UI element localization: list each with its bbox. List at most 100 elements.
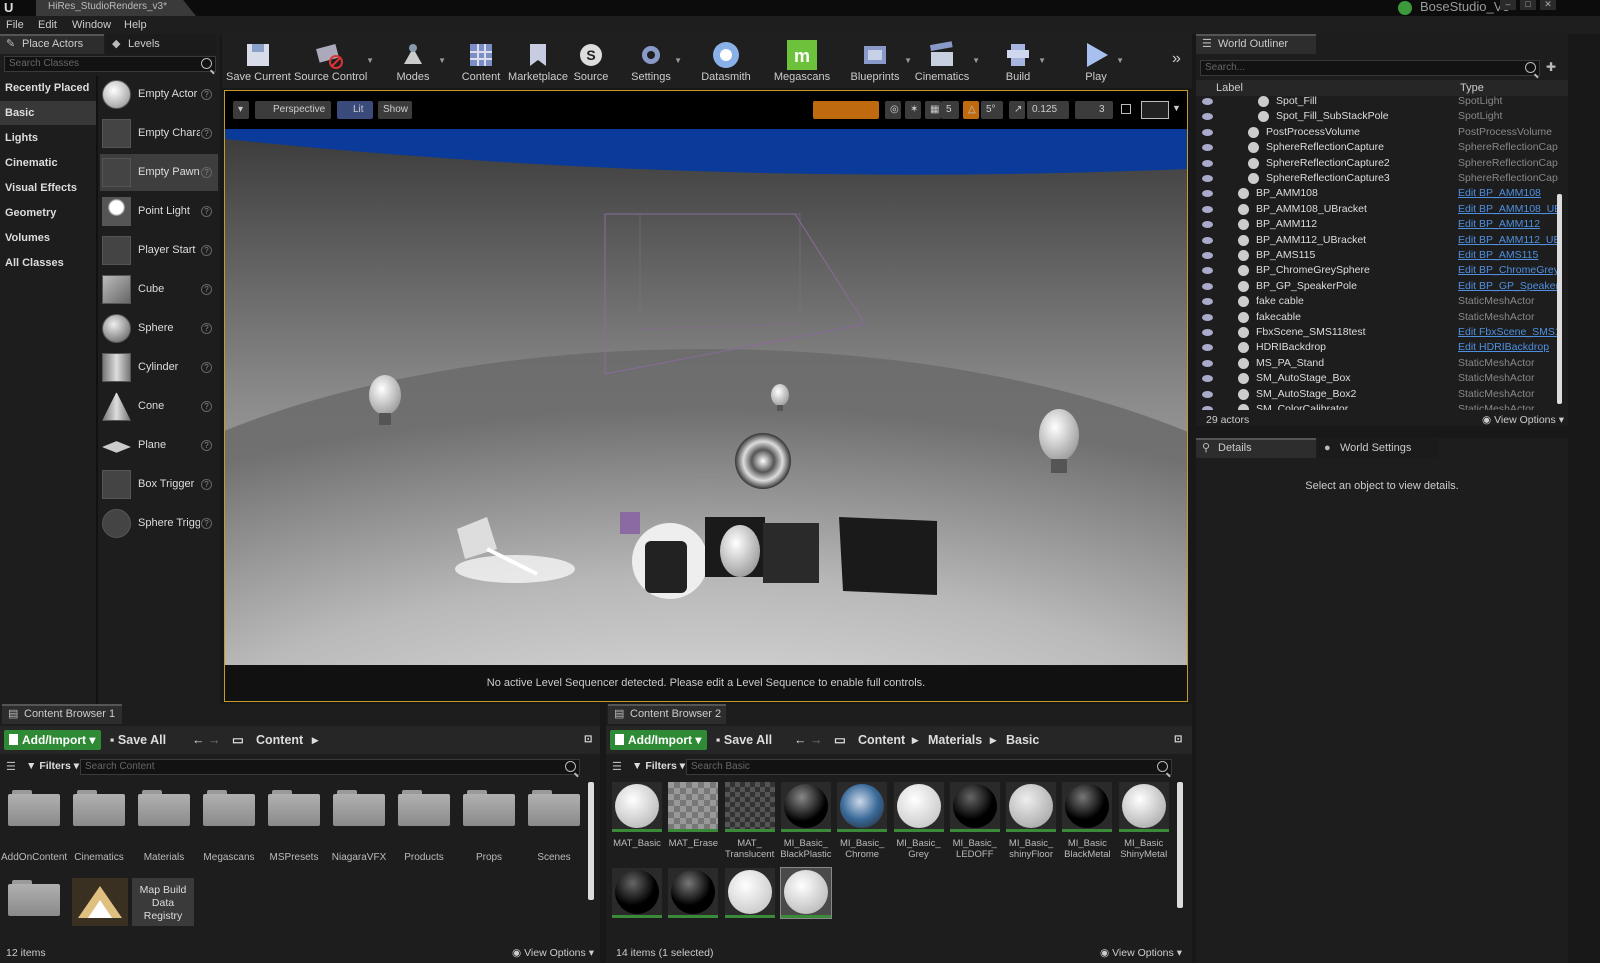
sources-toggle-icon[interactable]: ☰ bbox=[6, 760, 16, 773]
visibility-eye-icon[interactable] bbox=[1202, 113, 1213, 121]
grid-snap-value[interactable]: 5 bbox=[941, 101, 959, 119]
visibility-eye-icon[interactable] bbox=[1202, 98, 1213, 105]
visibility-eye-icon[interactable] bbox=[1202, 236, 1213, 244]
tab-details[interactable]: ⚲ Details bbox=[1196, 438, 1316, 458]
cb2-view-options[interactable]: ◉ View Options ▾ bbox=[1100, 943, 1182, 963]
tab-content-browser-1[interactable]: ▤ Content Browser 1 bbox=[2, 704, 122, 724]
visibility-eye-icon[interactable] bbox=[1202, 329, 1213, 336]
chevron-right-icon[interactable]: ▸ bbox=[312, 730, 318, 750]
folder-icon[interactable] bbox=[203, 788, 255, 826]
chevron-right-icon[interactable]: ▸ bbox=[990, 730, 996, 750]
actor-type[interactable]: Edit BP_GP_SpeakerPole bbox=[1458, 279, 1558, 294]
chevron-down-icon[interactable]: ▼ bbox=[674, 56, 682, 65]
outliner-row[interactable]: SM_AutoStage_Box2 StaticMeshActor bbox=[1196, 387, 1568, 402]
chevron-down-icon[interactable]: ▼ bbox=[438, 56, 446, 65]
outliner-row[interactable]: Spot_Fill_SubStackPole SpotLight bbox=[1196, 109, 1568, 124]
outliner-scrollbar[interactable] bbox=[1557, 194, 1562, 404]
actor-type[interactable]: Edit BP_AMM112_UBracket bbox=[1458, 233, 1558, 248]
lock-icon[interactable]: ⊡ bbox=[1174, 730, 1182, 750]
map-build-data-icon[interactable] bbox=[72, 878, 128, 926]
material-thumbnail[interactable] bbox=[779, 867, 832, 919]
folder-icon[interactable] bbox=[333, 788, 385, 826]
actor-type[interactable]: Edit FbxScene_SMS118test bbox=[1458, 325, 1558, 340]
world-space-icon[interactable]: ◎ bbox=[885, 101, 901, 119]
outliner-row[interactable]: fakecable StaticMeshActor bbox=[1196, 310, 1568, 325]
visibility-eye-icon[interactable] bbox=[1202, 344, 1213, 352]
visibility-eye-icon[interactable] bbox=[1202, 205, 1213, 213]
col-type[interactable]: Type bbox=[1460, 82, 1484, 94]
rotation-snap-value[interactable]: 5° bbox=[981, 101, 1003, 119]
actor-item[interactable]: Point Light? bbox=[100, 193, 218, 230]
folder-icon[interactable] bbox=[268, 788, 320, 826]
help-icon[interactable]: ? bbox=[201, 128, 212, 139]
folder-icon[interactable] bbox=[8, 788, 60, 826]
actor-item[interactable]: Empty Chara? bbox=[100, 115, 218, 152]
material-thumbnail[interactable] bbox=[668, 782, 719, 832]
folder-icon[interactable] bbox=[463, 788, 515, 826]
outliner-row[interactable]: BP_ChromeGreySphere Edit BP_ChromeGreySph… bbox=[1196, 263, 1568, 278]
material-thumbnail[interactable] bbox=[893, 782, 944, 832]
visibility-eye-icon[interactable] bbox=[1202, 313, 1213, 321]
material-thumbnail[interactable] bbox=[1062, 782, 1113, 832]
forward-icon[interactable]: → bbox=[208, 730, 221, 750]
visibility-eye-icon[interactable] bbox=[1202, 221, 1213, 229]
chevron-right-icon[interactable]: ▸ bbox=[912, 730, 918, 750]
material-thumbnail[interactable] bbox=[1118, 782, 1169, 832]
actor-type[interactable]: Edit BP_ChromeGreySphere bbox=[1458, 263, 1558, 278]
outliner-row[interactable]: BP_AMM112_UBracket Edit BP_AMM112_UBracke… bbox=[1196, 233, 1568, 248]
outliner-row[interactable]: BP_AMM108 Edit BP_AMM108 bbox=[1196, 186, 1568, 201]
actor-type[interactable]: Edit BP_AMM112 bbox=[1458, 217, 1558, 232]
level-tab[interactable]: HiRes_StudioRenders_v3* bbox=[36, 0, 196, 16]
folder-icon[interactable] bbox=[8, 878, 60, 916]
menu-help[interactable]: Help bbox=[124, 19, 147, 31]
folder-icon[interactable] bbox=[528, 788, 580, 826]
material-thumbnail[interactable] bbox=[837, 782, 888, 832]
help-icon[interactable]: ? bbox=[201, 323, 212, 334]
outliner-row[interactable]: SM_AutoStage_Box StaticMeshActor bbox=[1196, 371, 1568, 386]
map-build-data-label[interactable]: Map Build Data Registry bbox=[132, 878, 194, 926]
visibility-eye-icon[interactable] bbox=[1202, 282, 1213, 290]
settings-button[interactable]: Settings ▼ bbox=[630, 34, 682, 88]
help-icon[interactable]: ? bbox=[201, 401, 212, 412]
grid-snap-icon[interactable]: ▦ bbox=[925, 101, 941, 119]
material-thumbnail[interactable] bbox=[780, 782, 831, 832]
marketplace-button[interactable]: Marketplace bbox=[508, 34, 568, 88]
folder-icon[interactable] bbox=[138, 788, 190, 826]
pin-icon[interactable]: ✚ bbox=[1546, 60, 1562, 76]
actor-item[interactable]: Sphere? bbox=[100, 310, 218, 347]
add-import-button[interactable]: Add/Import ▾ bbox=[610, 730, 708, 750]
help-icon[interactable]: ? bbox=[201, 167, 212, 178]
outliner-row[interactable]: FbxScene_SMS118test Edit FbxScene_SMS118t… bbox=[1196, 325, 1568, 340]
help-icon[interactable]: ? bbox=[201, 362, 212, 373]
scale-snap-icon[interactable]: ↗ bbox=[1009, 101, 1025, 119]
col-label[interactable]: Label bbox=[1216, 82, 1243, 94]
help-icon[interactable]: ? bbox=[201, 518, 212, 529]
tab-content-browser-2[interactable]: ▤ Content Browser 2 bbox=[608, 704, 726, 724]
actor-item[interactable]: Empty Pawn? bbox=[100, 154, 218, 191]
chevron-down-icon[interactable]: ▼ bbox=[366, 56, 374, 65]
actor-type[interactable]: Edit BP_AMS115 bbox=[1458, 248, 1558, 263]
close-icon[interactable]: ✕ bbox=[1540, 0, 1556, 10]
search-basic-input[interactable]: Search Basic bbox=[686, 759, 1172, 775]
actor-type[interactable]: Edit BP_AMM108_UBracket bbox=[1458, 202, 1558, 217]
viewport-options-button[interactable]: ▾ bbox=[233, 101, 249, 119]
menu-window[interactable]: Window bbox=[72, 19, 111, 31]
outliner-row[interactable]: BP_AMS115 Edit BP_AMS115 bbox=[1196, 248, 1568, 263]
visibility-eye-icon[interactable] bbox=[1202, 190, 1213, 198]
material-thumbnail[interactable] bbox=[612, 868, 662, 918]
scene-render[interactable] bbox=[225, 129, 1187, 701]
actor-item[interactable]: Plane? bbox=[100, 427, 218, 464]
datasmith-button[interactable]: Datasmith bbox=[698, 34, 754, 88]
chevron-down-icon[interactable]: ▼ bbox=[1172, 103, 1181, 113]
help-icon[interactable]: ? bbox=[201, 284, 212, 295]
play-button[interactable]: Play ▼ bbox=[1078, 34, 1124, 88]
visibility-eye-icon[interactable] bbox=[1202, 267, 1213, 275]
save-all-button[interactable]: ▪ Save All bbox=[716, 730, 772, 750]
level-viewport[interactable]: ▾ Perspective Lit Show ◎ ✶ ▦ 5 △ 5° ↗ 0.… bbox=[224, 90, 1188, 702]
visibility-eye-icon[interactable] bbox=[1202, 252, 1213, 259]
help-icon[interactable]: ? bbox=[201, 479, 212, 490]
perspective-button[interactable]: Perspective bbox=[255, 101, 331, 119]
tab-place-actors[interactable]: ✎ Place Actors bbox=[0, 34, 104, 54]
actor-item[interactable]: Cone? bbox=[100, 388, 218, 425]
menu-edit[interactable]: Edit bbox=[38, 19, 57, 31]
